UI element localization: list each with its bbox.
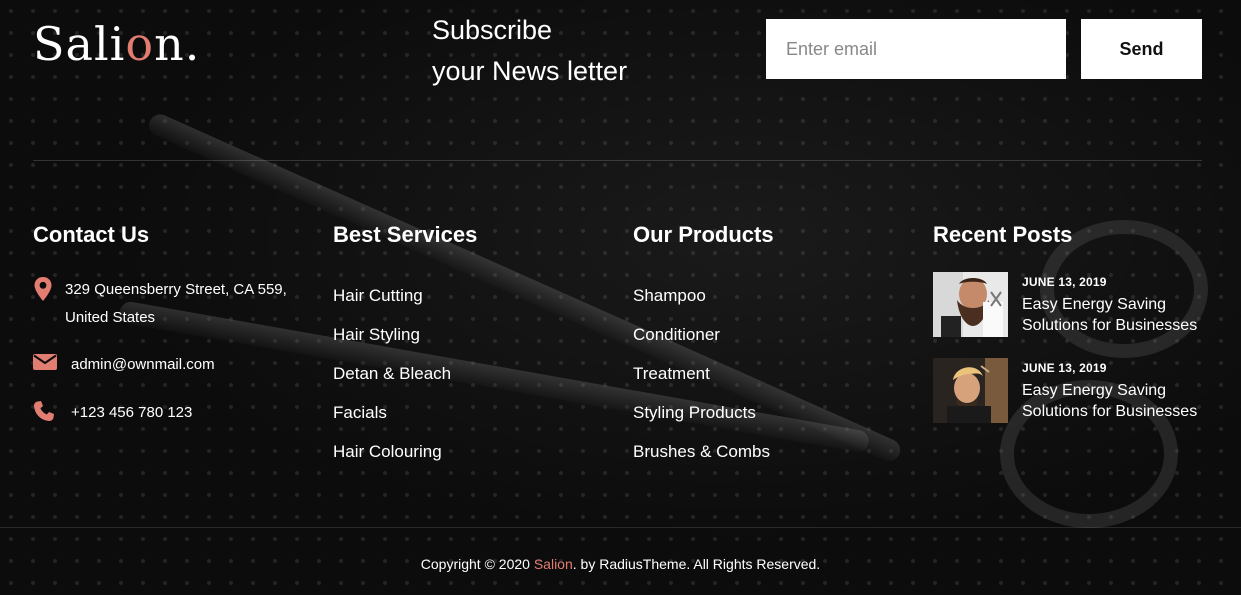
service-link[interactable]: Hair Styling <box>333 315 451 354</box>
services-heading: Best Services <box>333 222 478 247</box>
recent-posts-column: Recent Posts JUNE 13, 2019 Easy Energy S… <box>933 222 1213 423</box>
copyright-text: Copyright © 2020 Salion. by RadiusTheme.… <box>0 556 1241 572</box>
post-title-link[interactable]: Easy Energy Saving Solutions for Busines… <box>1022 380 1207 422</box>
products-column: Our Products Shampoo Conditioner Treatme… <box>633 222 893 461</box>
post-body: JUNE 13, 2019 Easy Energy Saving Solutio… <box>1022 274 1207 337</box>
contact-address-text: 329 Queensberry Street, CA 559, United S… <box>65 281 287 326</box>
service-link[interactable]: Hair Colouring <box>333 432 451 471</box>
post-thumbnail[interactable] <box>933 272 1008 337</box>
newsletter-send-button[interactable]: Send <box>1081 19 1202 79</box>
section-divider <box>33 160 1202 161</box>
services-list: Hair Cutting Hair Styling Detan & Bleach… <box>333 276 451 471</box>
newsletter-title-line: Subscribe <box>432 15 553 45</box>
contact-column: Contact Us 329 Queensberry Street, CA 55… <box>33 222 313 421</box>
services-column: Best Services Hair Cutting Hair Styling … <box>333 222 593 461</box>
contact-phone[interactable]: +123 456 780 123 <box>33 400 192 426</box>
copyright-prefix: Copyright © 2020 <box>420 556 534 572</box>
recent-posts-heading: Recent Posts <box>933 222 1073 247</box>
newsletter-email-input[interactable] <box>766 19 1066 79</box>
logo-text: Sali <box>33 17 126 71</box>
newsletter-title-line: your News letter <box>432 56 628 86</box>
post-thumbnail[interactable] <box>933 358 1008 423</box>
contact-phone-text: +123 456 780 123 <box>71 404 193 421</box>
products-heading: Our Products <box>633 222 774 247</box>
service-link[interactable]: Hair Cutting <box>333 276 451 315</box>
product-link[interactable]: Treatment <box>633 354 770 393</box>
site-footer: Salion. Subscribe your News letter Send … <box>0 0 1241 595</box>
service-link[interactable]: Detan & Bleach <box>333 354 451 393</box>
contact-email[interactable]: admin@ownmail.com <box>33 352 215 378</box>
phone-icon <box>33 400 55 424</box>
brand-logo[interactable]: Salion. <box>33 14 200 74</box>
post-title-link[interactable]: Easy Energy Saving Solutions for Busines… <box>1022 294 1207 336</box>
product-link[interactable]: Brushes & Combs <box>633 432 770 471</box>
map-pin-icon <box>33 276 55 301</box>
envelope-icon <box>33 352 57 376</box>
copyright-suffix: . by RadiusTheme. All Rights Reserved. <box>572 556 821 572</box>
logo-accent: o <box>125 17 155 71</box>
logo-text: n. <box>154 17 201 71</box>
contact-address: 329 Queensberry Street, CA 559, United S… <box>33 276 313 332</box>
recent-post-item[interactable]: JUNE 13, 2019 Easy Energy Saving Solutio… <box>933 358 1207 423</box>
contact-email-text: admin@ownmail.com <box>71 356 215 373</box>
recent-post-item[interactable]: JUNE 13, 2019 Easy Energy Saving Solutio… <box>933 272 1207 337</box>
service-link[interactable]: Facials <box>333 393 451 432</box>
product-link[interactable]: Styling Products <box>633 393 770 432</box>
post-body: JUNE 13, 2019 Easy Energy Saving Solutio… <box>1022 360 1207 423</box>
product-link[interactable]: Conditioner <box>633 315 770 354</box>
copyright-brand-link[interactable]: Salion <box>534 556 573 572</box>
post-date: JUNE 13, 2019 <box>1022 275 1107 289</box>
footer-divider <box>0 527 1241 528</box>
post-date: JUNE 13, 2019 <box>1022 361 1107 375</box>
newsletter-title: Subscribe your News letter <box>432 10 712 92</box>
product-link[interactable]: Shampoo <box>633 276 770 315</box>
products-list: Shampoo Conditioner Treatment Styling Pr… <box>633 276 770 471</box>
contact-heading: Contact Us <box>33 222 150 247</box>
